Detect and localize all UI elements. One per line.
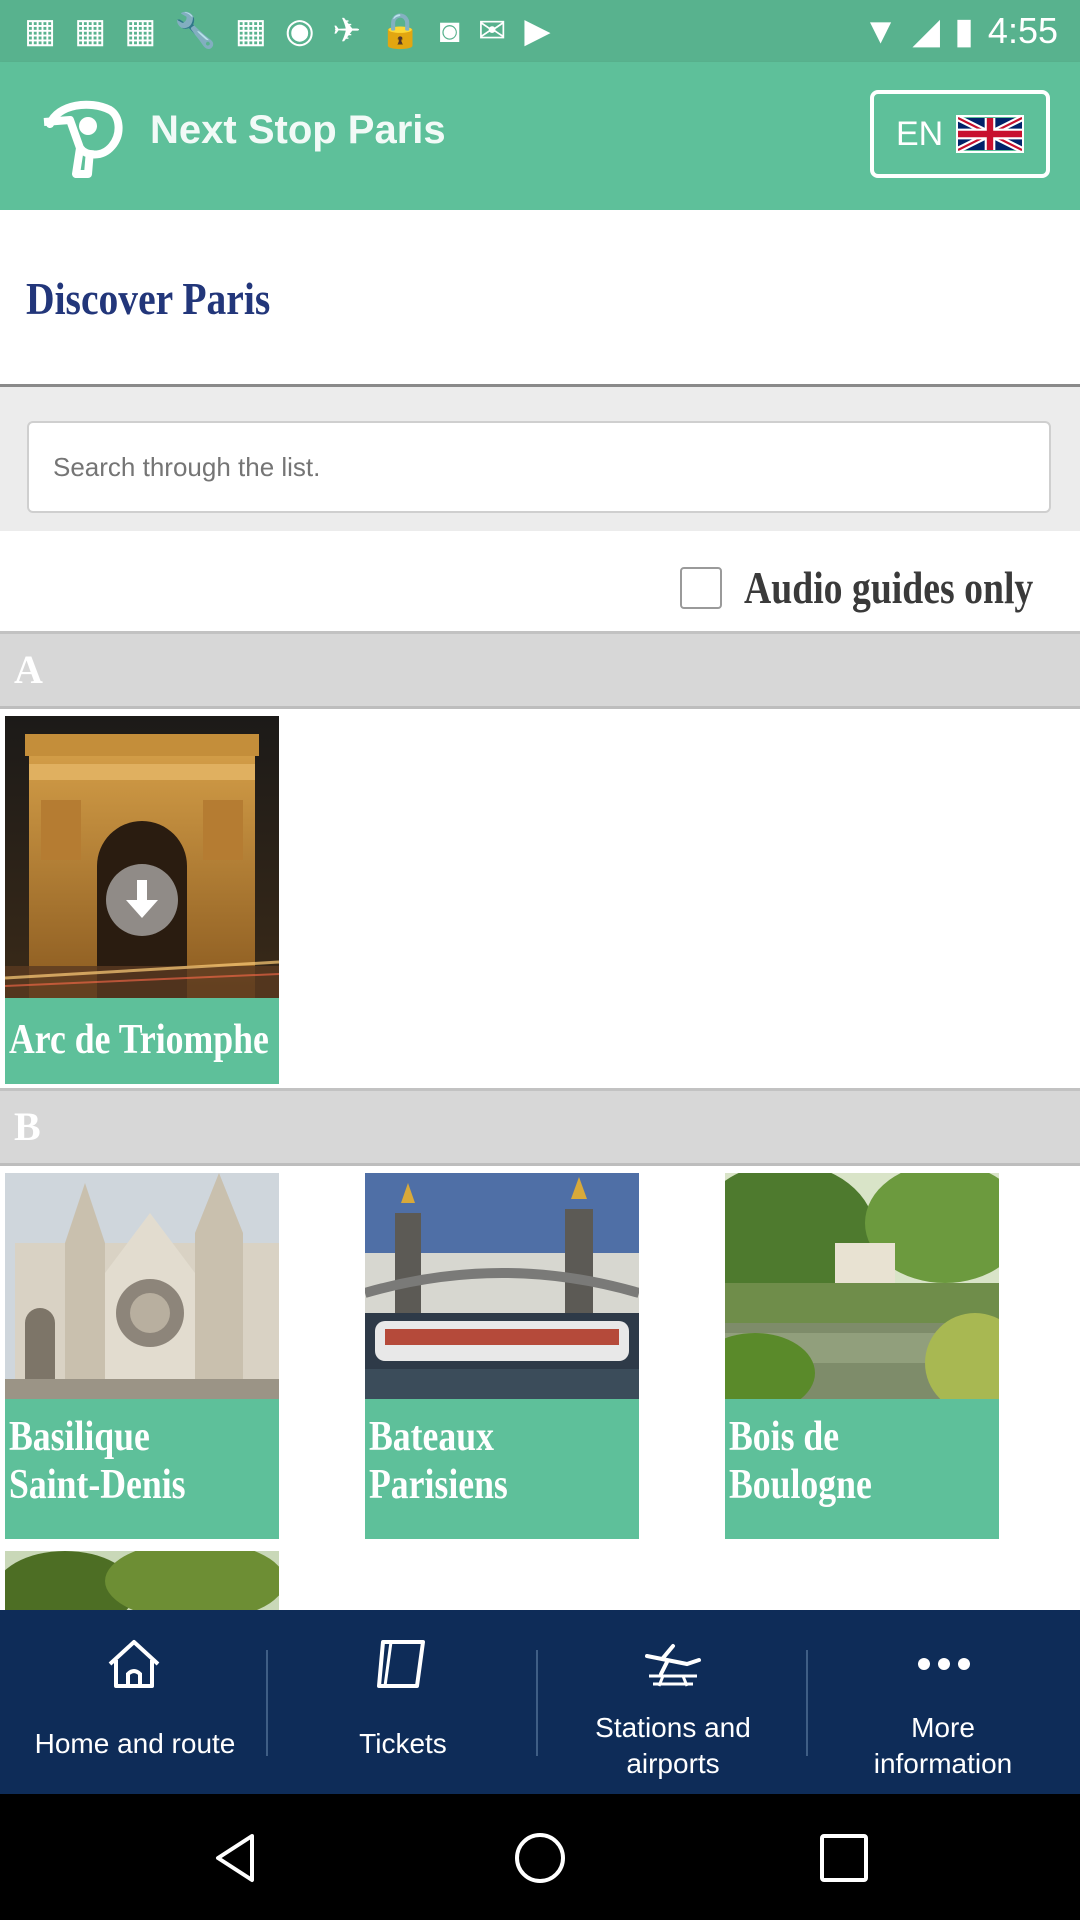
section-header-b: B [0, 1088, 1080, 1166]
audio-guides-label[interactable]: Audio guides only [744, 561, 1033, 614]
lock-icon: 🔒 [379, 12, 422, 50]
flipboard-icon: ▦ [234, 12, 267, 50]
bateaux-parisiens-photo [365, 1173, 639, 1399]
bottom-navigation: Home and route Tickets Stations and airpo… [0, 1610, 1080, 1794]
sync-icon: ◉ [284, 12, 315, 50]
page-title: Discover Paris [26, 273, 271, 324]
home-circle-icon[interactable] [512, 1830, 568, 1886]
download-arrow-icon [126, 880, 158, 918]
back-icon[interactable] [208, 1830, 264, 1886]
satellite-icon: ✈ [332, 12, 362, 50]
notification-icons: ▦ ▦ ▦ 🔧 ▦ ◉ ✈ 🔒 ◙ ✉ ▶ [24, 12, 551, 50]
nav-label: Home and route [34, 1728, 236, 1759]
wrench-icon: 🔧 [174, 12, 217, 50]
status-bar: ▦ ▦ ▦ 🔧 ▦ ◉ ✈ 🔒 ◙ ✉ ▶ ▼ ◢ ▮ 4:55 [0, 0, 1080, 62]
flipboard-icon: ▦ [24, 12, 57, 50]
wifi-icon: ▼ [862, 10, 899, 51]
attraction-name: Bateaux Parisiens [365, 1399, 639, 1539]
language-selector-button[interactable]: EN [870, 90, 1050, 178]
uk-flag-icon [956, 115, 1024, 153]
inbox-icon: ✉ [477, 12, 507, 50]
clock-time: 4:55 [987, 10, 1058, 51]
robot-icon: ◙ [439, 12, 460, 50]
system-navigation-bar [0, 1794, 1080, 1920]
signal-icon: ◢ [912, 10, 941, 51]
nav-stations-and-airports[interactable]: Stations and airports [538, 1610, 808, 1794]
app-logo-icon [43, 100, 123, 178]
nav-label: Stations and airports [595, 1712, 751, 1779]
bois-de-boulogne-photo [725, 1173, 999, 1399]
section-header-a: A [0, 631, 1080, 709]
attraction-name: Arc de Triomphe [5, 998, 279, 1084]
flipboard-icon: ▦ [74, 12, 107, 50]
attraction-card-bateaux-parisiens[interactable]: Bateaux Parisiens [365, 1173, 639, 1539]
section-letter: B [14, 1104, 41, 1149]
attraction-name: Basilique Saint-Denis [5, 1399, 279, 1539]
audio-guides-checkbox[interactable] [680, 567, 722, 609]
ticket-icon [377, 1640, 425, 1688]
download-audio-guide-button[interactable] [106, 864, 178, 936]
attraction-photo-partial [5, 1551, 279, 1610]
recents-icon[interactable] [816, 1830, 872, 1886]
nav-more-information[interactable]: More information [808, 1610, 1080, 1794]
search-input[interactable] [27, 421, 1051, 513]
section-letter: A [14, 647, 43, 692]
app-title: Next Stop Paris [150, 108, 446, 152]
flipboard-icon: ▦ [124, 12, 157, 50]
attraction-card-arc-de-triomphe[interactable]: Arc de Triomphe [5, 716, 279, 1084]
basilique-saint-denis-photo [5, 1173, 279, 1399]
attraction-card-basilique-saint-denis[interactable]: Basilique Saint-Denis [5, 1173, 279, 1539]
app-bar: Next Stop Paris EN [0, 62, 1080, 210]
nav-home-and-route[interactable]: Home and route [0, 1610, 268, 1794]
nav-tickets[interactable]: Tickets [268, 1610, 538, 1794]
search-container [0, 387, 1080, 531]
arc-de-triomphe-photo [5, 716, 279, 998]
attraction-card-partial[interactable] [5, 1551, 279, 1610]
attraction-name: Bois de Boulogne [725, 1399, 999, 1539]
home-icon [108, 1640, 160, 1688]
language-code: EN [896, 114, 944, 153]
status-right: ▼ ◢ ▮ 4:55 [863, 10, 1058, 52]
nav-label: More information [873, 1712, 1013, 1779]
heading-block: Discover Paris [0, 210, 1080, 387]
more-dots-icon [918, 1658, 970, 1670]
filter-row: Audio guides only [0, 531, 1080, 631]
nav-label: Tickets [359, 1728, 447, 1759]
battery-icon: ▮ [954, 10, 974, 51]
plane-train-icon [645, 1644, 701, 1687]
attraction-card-bois-de-boulogne[interactable]: Bois de Boulogne [725, 1173, 999, 1539]
youtube-icon: ▶ [524, 12, 551, 50]
